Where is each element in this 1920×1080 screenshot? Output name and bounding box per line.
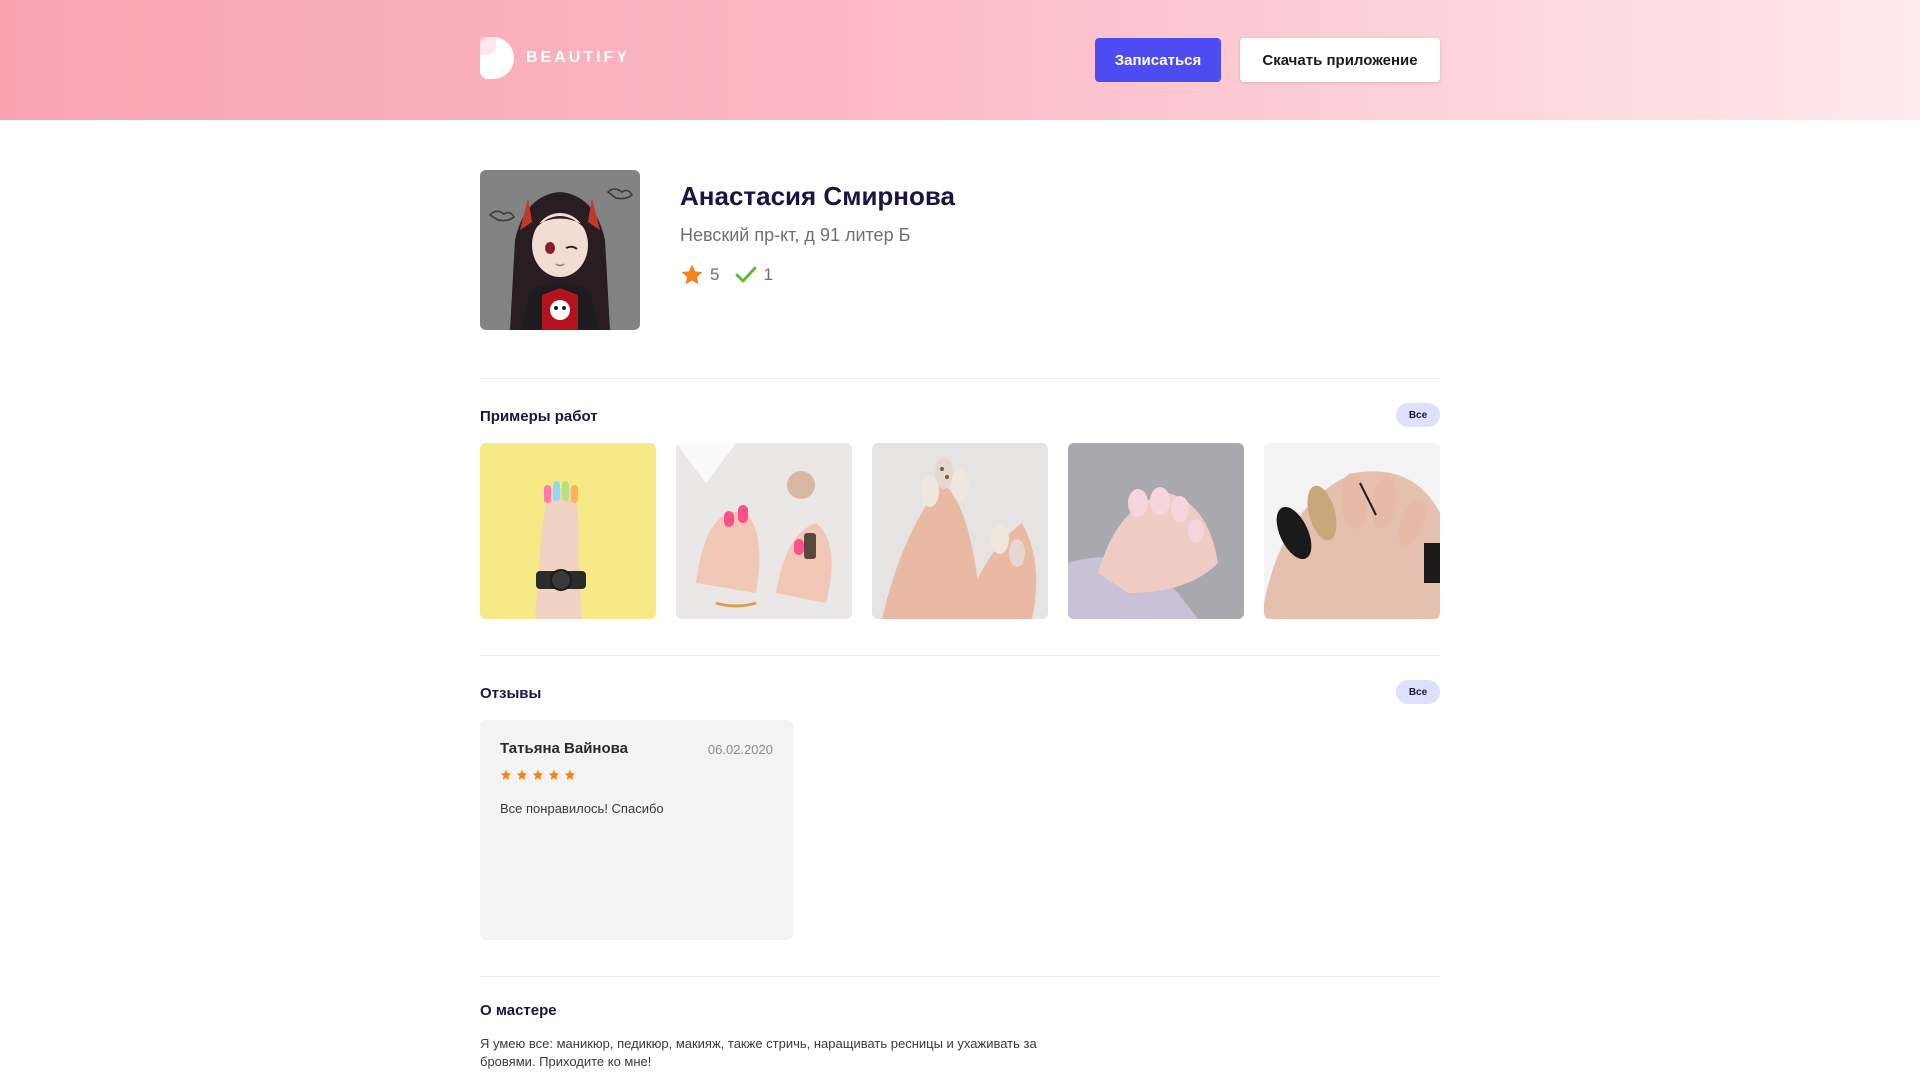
- site-header: BEAUTIFY Записаться Скачать приложение: [0, 0, 1920, 120]
- master-address: Невский пр-кт, д 91 литер Б: [680, 225, 911, 245]
- works-all-button[interactable]: Все: [1396, 403, 1440, 427]
- works-gallery: [480, 443, 1440, 619]
- rating-stat: 5: [680, 263, 719, 287]
- review-card: Татьяна Вайнова 06.02.2020 Все понравило…: [480, 720, 793, 940]
- completed-value: 1: [763, 265, 773, 284]
- logo-text: BEAUTIFY: [526, 49, 630, 66]
- logo[interactable]: BEAUTIFY: [480, 37, 630, 79]
- checkmark-icon: [736, 266, 757, 283]
- divider: [480, 378, 1440, 379]
- completed-stat: 1: [735, 265, 773, 285]
- about-title: О мастере: [480, 1002, 557, 1019]
- work-photo-4[interactable]: [1068, 443, 1244, 619]
- reviews-all-button[interactable]: Все: [1396, 680, 1440, 704]
- work-photo-1[interactable]: [480, 443, 656, 619]
- rating-value: 5: [710, 265, 720, 284]
- download-app-button[interactable]: Скачать приложение: [1240, 38, 1440, 82]
- master-name: Анастасия Смирнова: [680, 181, 955, 211]
- work-photo-2[interactable]: [676, 443, 852, 619]
- star-icon: [548, 769, 560, 780]
- review-date: 06.02.2020: [707, 742, 773, 757]
- star-icon: [516, 769, 528, 780]
- divider: [480, 655, 1440, 656]
- works-title: Примеры работ: [480, 408, 598, 425]
- star-icon: [564, 769, 576, 780]
- review-author: Татьяна Вайнова: [500, 740, 629, 757]
- work-photo-3[interactable]: [872, 443, 1048, 619]
- star-icon: [532, 769, 544, 780]
- reviews-title: Отзывы: [480, 685, 542, 702]
- about-text: Я умею все: маникюр, педикюр, макияж, та…: [480, 1036, 1037, 1069]
- book-button[interactable]: Записаться: [1095, 38, 1221, 82]
- logo-icon: [480, 37, 514, 79]
- star-icon: [500, 769, 512, 780]
- master-avatar: [480, 170, 640, 330]
- divider: [480, 976, 1440, 977]
- review-text: Все понравилось! Спасибо: [500, 801, 664, 816]
- work-photo-5[interactable]: [1264, 443, 1440, 619]
- star-icon: [681, 264, 703, 285]
- review-stars: [500, 769, 580, 781]
- master-stats: 5 1: [680, 263, 789, 287]
